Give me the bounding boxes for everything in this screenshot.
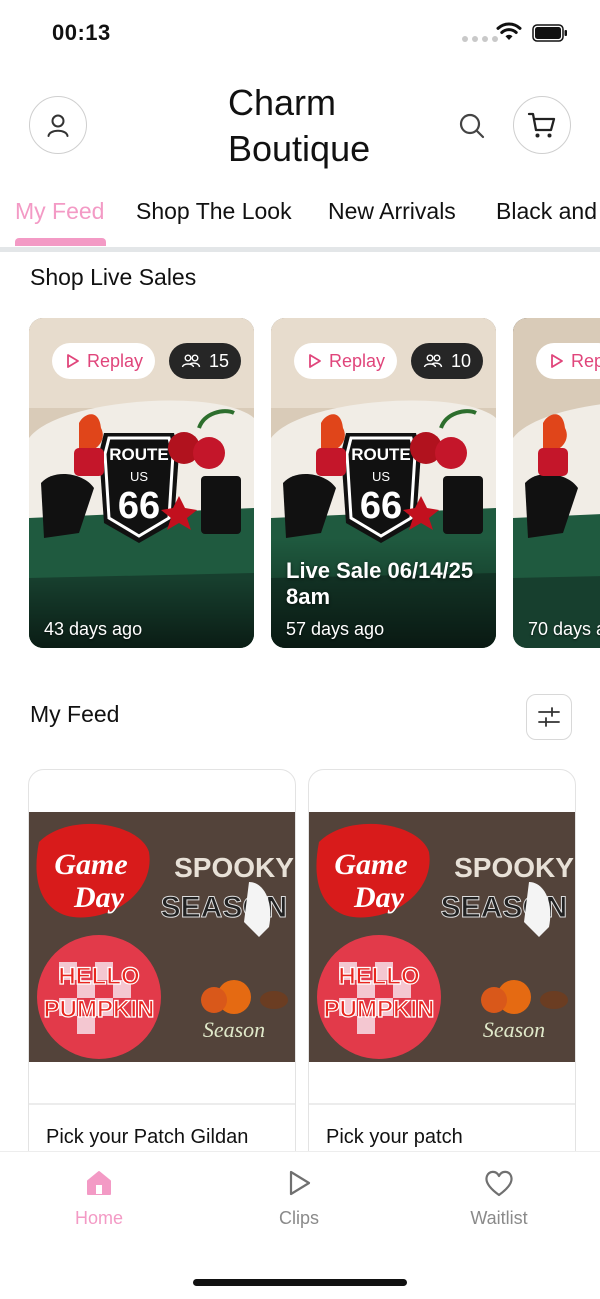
person-icon xyxy=(47,114,69,137)
live-sale-card[interactable]: ROUTE US 66 Replay 15 43 days ago xyxy=(29,318,254,648)
product-title: Pick your patch xyxy=(326,1126,463,1148)
tab-new-arrivals[interactable]: New Arrivals xyxy=(328,198,456,225)
svg-text:66: 66 xyxy=(118,485,160,527)
viewer-count-badge: 10 xyxy=(411,343,484,379)
card-divider xyxy=(29,1103,295,1105)
play-outline-icon xyxy=(309,354,321,368)
card-divider xyxy=(309,1103,575,1105)
tab-black-and[interactable]: Black and xyxy=(496,198,597,225)
card-age: 70 days a xyxy=(528,619,600,639)
nav-home[interactable]: Home xyxy=(39,1168,159,1229)
live-sale-schedule: Live Sale 06/14/25 8am xyxy=(286,558,474,609)
play-outline-icon xyxy=(551,354,563,368)
viewer-count-badge: 15 xyxy=(169,343,242,379)
bottom-navigation: Home Clips Waitlist xyxy=(0,1151,600,1299)
profile-button[interactable] xyxy=(29,96,87,154)
card-age: 43 days ago xyxy=(44,619,143,639)
svg-text:PUMPKIN: PUMPKIN xyxy=(324,996,435,1023)
battery-icon xyxy=(532,24,567,42)
store-title: Charm Boutique xyxy=(228,82,371,169)
replay-button[interactable]: Replay xyxy=(52,343,156,379)
svg-text:PUMPKIN: PUMPKIN xyxy=(44,996,155,1023)
search-icon xyxy=(459,113,485,139)
svg-text:Day: Day xyxy=(73,881,125,914)
active-tab-indicator xyxy=(15,238,106,246)
svg-text:Game: Game xyxy=(54,848,127,881)
patch-product-image: Game Day SPOOKY SEASON HELLO PUMPKIN Sea… xyxy=(309,812,575,1062)
search-button[interactable] xyxy=(452,106,492,146)
live-sales-title: Shop Live Sales xyxy=(30,264,197,290)
app-header: Charm Boutique xyxy=(0,66,600,186)
card-age: 57 days ago xyxy=(286,619,385,639)
nav-clips[interactable]: Clips xyxy=(239,1168,359,1229)
wifi-icon xyxy=(496,22,522,40)
cart-button[interactable] xyxy=(513,96,571,154)
feed-product-card[interactable]: Game Day SPOOKY SEASON HELLO PUMPKIN Sea… xyxy=(28,769,296,1189)
feed-title: My Feed xyxy=(30,701,120,727)
svg-text:US: US xyxy=(372,469,390,484)
live-sale-card[interactable]: ROUTE US 66 Replay 10 Live Sale 06/14/25… xyxy=(271,318,496,648)
home-indicator xyxy=(193,1279,407,1286)
feed-product-card[interactable]: Game Day SPOOKY SEASON HELLO PUMPKIN Sea… xyxy=(308,769,576,1189)
live-sale-card[interactable]: Rep 70 days a xyxy=(513,318,600,648)
status-bar: 00:13 xyxy=(0,0,600,66)
cart-icon xyxy=(527,112,556,138)
filter-button[interactable] xyxy=(526,694,572,740)
svg-text:SPOOKY: SPOOKY xyxy=(174,852,294,883)
sliders-icon xyxy=(538,707,560,727)
status-time: 00:13 xyxy=(52,20,111,45)
svg-text:Day: Day xyxy=(353,881,405,914)
svg-text:HELLO: HELLO xyxy=(338,963,419,990)
svg-text:SPOOKY: SPOOKY xyxy=(454,852,574,883)
product-title: Pick your Patch Gildan xyxy=(46,1126,249,1148)
replay-button[interactable]: Rep xyxy=(536,343,600,379)
replay-label: Rep xyxy=(571,350,600,371)
signal-dots-icon xyxy=(462,36,498,42)
nav-waitlist[interactable]: Waitlist xyxy=(439,1168,559,1229)
category-tabs: My Feed Shop The Look New Arrivals Black… xyxy=(0,186,600,252)
tab-shop-the-look[interactable]: Shop The Look xyxy=(136,198,292,225)
viewer-count: 15 xyxy=(209,350,230,371)
replay-button[interactable]: Replay xyxy=(294,343,398,379)
svg-text:ROUTE: ROUTE xyxy=(109,445,169,464)
nav-clips-label: Clips xyxy=(278,1208,319,1228)
play-outline-icon xyxy=(67,354,79,368)
replay-label: Replay xyxy=(87,350,144,371)
nav-waitlist-label: Waitlist xyxy=(470,1208,528,1228)
heart-icon xyxy=(485,1170,513,1197)
patch-product-image: Game Day SPOOKY SEASON HELLO PUMPKIN Sea… xyxy=(29,812,295,1062)
viewer-count: 10 xyxy=(451,350,472,371)
group-icon xyxy=(423,354,443,368)
svg-text:ROUTE: ROUTE xyxy=(351,445,411,464)
svg-text:Game: Game xyxy=(334,848,407,881)
svg-text:US: US xyxy=(130,469,148,484)
live-sales-carousel[interactable]: ROUTE US 66 Replay 15 43 days ago ROUTE … xyxy=(0,318,600,650)
group-icon xyxy=(181,354,201,368)
svg-text:Season: Season xyxy=(483,1017,545,1042)
tab-my-feed[interactable]: My Feed xyxy=(15,198,104,225)
svg-text:Season: Season xyxy=(203,1017,265,1042)
nav-home-label: Home xyxy=(74,1208,123,1228)
replay-label: Replay xyxy=(329,350,386,371)
svg-text:HELLO: HELLO xyxy=(58,963,139,990)
svg-text:66: 66 xyxy=(360,485,402,527)
play-icon xyxy=(289,1170,311,1196)
home-icon xyxy=(87,1171,111,1195)
